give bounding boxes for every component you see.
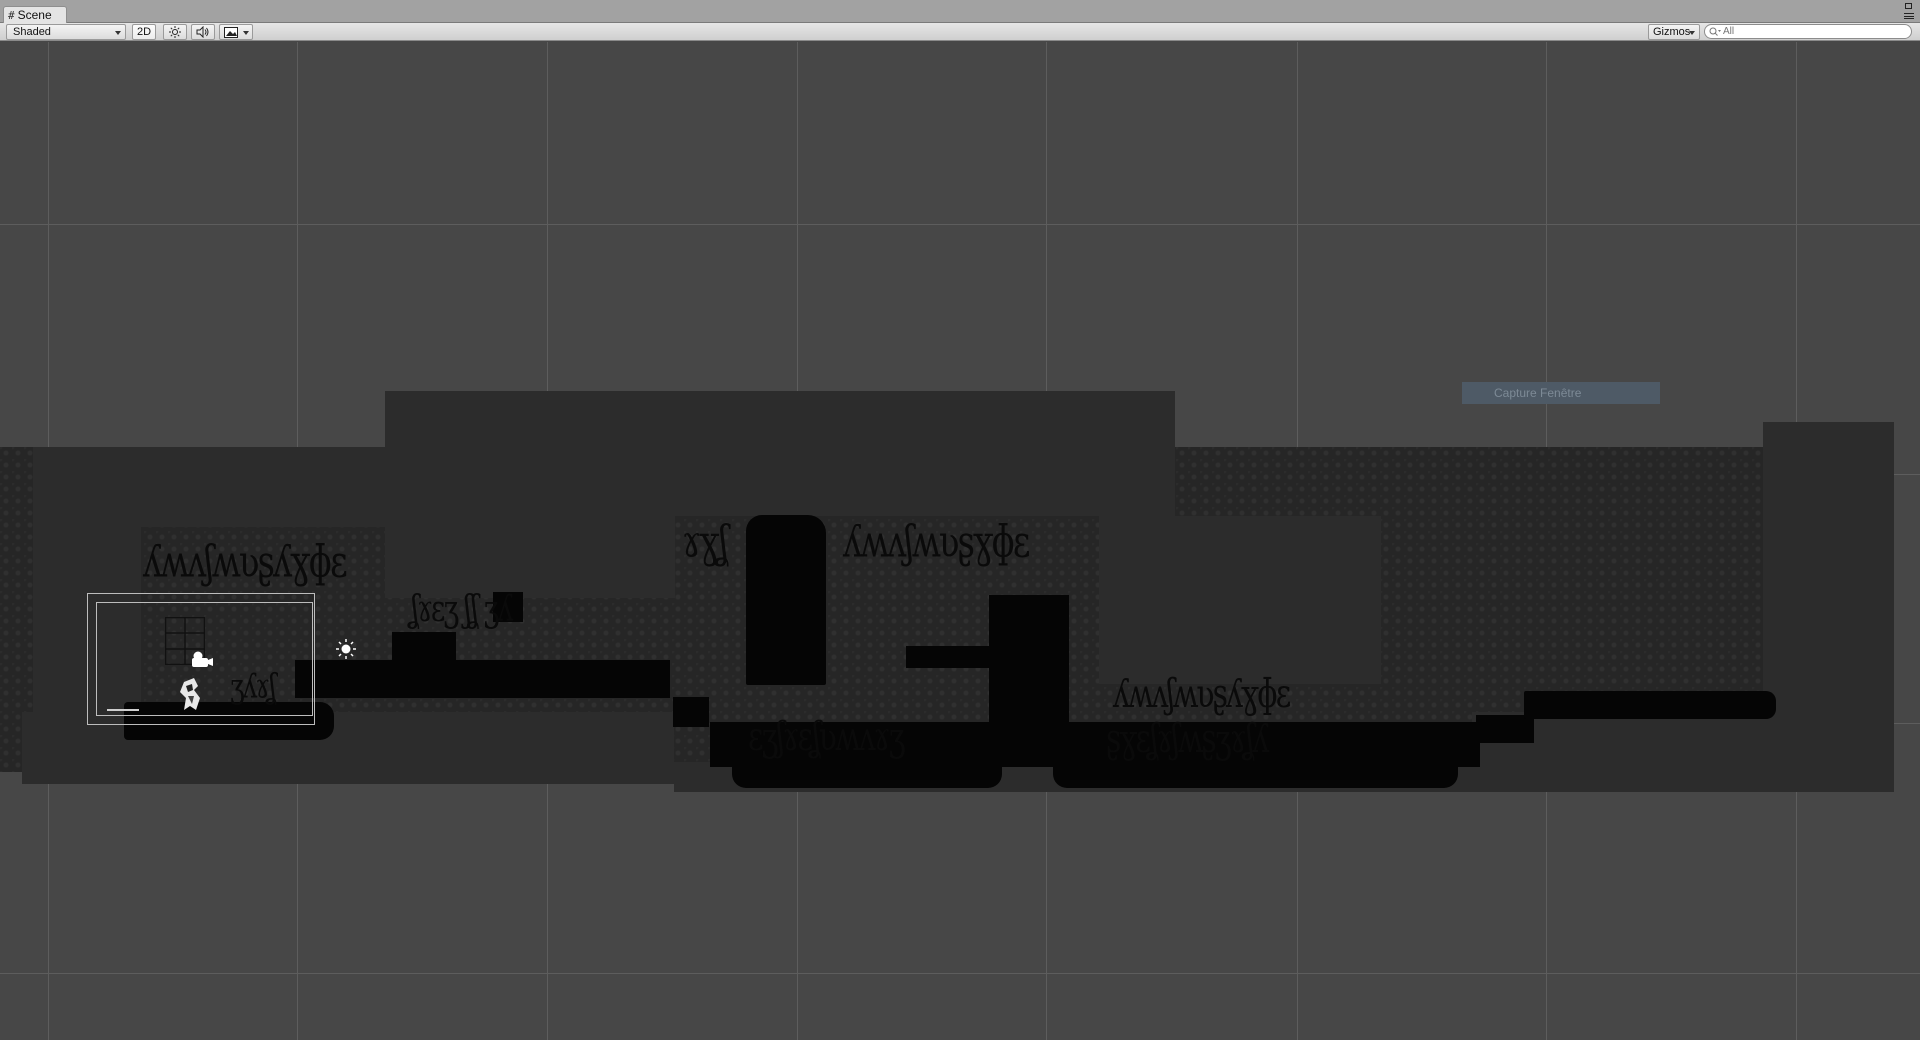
thorn-decoration: ʎʍʌʃʍʋʂʎɣɸɛ: [143, 536, 348, 588]
grid-line: [0, 224, 1920, 225]
effects-dropdown[interactable]: [219, 24, 253, 40]
step-block: [1476, 715, 1534, 743]
thorn-decoration: ɛʒʃɤɛʆʋʍʌɤʒ: [748, 714, 906, 761]
thorn-decoration: ʎʍʌʃʍʋʂʎɣɸɛ: [1113, 671, 1291, 718]
ceiling-block: [675, 391, 1175, 516]
ledge-platform: [906, 646, 1001, 668]
menu-icon[interactable]: [1904, 13, 1914, 19]
gizmos-label: Gizmos: [1653, 26, 1691, 38]
ground-platform: [295, 660, 670, 698]
gizmos-dropdown[interactable]: Gizmos: [1648, 24, 1700, 40]
2d-toggle-button[interactable]: 2D: [132, 24, 156, 40]
lighting-toggle-button[interactable]: [163, 24, 187, 40]
wall-block: [1099, 516, 1381, 684]
capture-window-overlay[interactable]: Capture Fenêtre: [1462, 382, 1660, 404]
ground-platform: [1053, 760, 1458, 788]
hierarchy-search[interactable]: [1704, 24, 1912, 39]
thorn-decoration: ʆɤɛʒ ʃʆ ʒʎ: [410, 587, 513, 630]
crate-block: [493, 664, 523, 684]
chevron-down-icon: [115, 31, 121, 35]
capture-window-label: Capture Fenêtre: [1494, 386, 1582, 400]
thorn-decoration: ʎʍʌʃʍʋʂɣɸɛ: [843, 516, 1030, 568]
ledge-platform: [1524, 691, 1776, 719]
shading-mode-label: Shaded: [13, 26, 51, 38]
search-icon: [1709, 27, 1721, 36]
chevron-down-icon: [243, 31, 249, 35]
window-controls[interactable]: [1902, 2, 1914, 20]
ground-platform: [732, 760, 1002, 788]
wall-block: [1763, 422, 1894, 792]
scene-viewport[interactable]: ʎʍʌʃʍʋʂʎɣɸɛ ɤɣʆ ʎʍʌʃʍʋʂɣɸɛ ʎʍʌʃʍʋʂʎɣɸɛ ɛ…: [0, 42, 1920, 1040]
step-block: [673, 697, 709, 727]
search-input[interactable]: [1723, 26, 1903, 37]
grid-line: [0, 973, 1920, 974]
thorn-decoration: ʂɣɛʆɤʃʍʂʒɤʆʎ: [1106, 716, 1269, 763]
pillar: [746, 515, 826, 685]
light-gizmo-icon[interactable]: [335, 638, 357, 660]
2d-toggle-label: 2D: [136, 26, 152, 38]
speaker-icon: [196, 26, 209, 38]
sun-icon: [169, 26, 181, 38]
chevron-down-icon: [1689, 31, 1695, 35]
player-sprite-icon[interactable]: [178, 678, 206, 712]
image-icon: [224, 26, 238, 38]
crate-block: [392, 632, 456, 672]
audio-toggle-button[interactable]: [191, 24, 215, 40]
scene-tab[interactable]: # Scene: [3, 6, 67, 23]
shading-mode-dropdown[interactable]: Shaded: [6, 24, 126, 40]
scene-toolbar: Shaded 2D Gizmos: [0, 23, 1920, 41]
camera-gizmo-icon[interactable]: [188, 650, 214, 668]
tab-strip: # Scene: [0, 0, 1920, 23]
maximize-icon[interactable]: [1905, 3, 1912, 9]
scene-tab-label: Scene: [17, 8, 52, 22]
thorn-decoration: ɤɣʆ: [682, 516, 729, 568]
ceiling-block: [385, 391, 675, 598]
hash-icon: #: [8, 8, 15, 22]
camera-guide-line: [107, 709, 139, 711]
